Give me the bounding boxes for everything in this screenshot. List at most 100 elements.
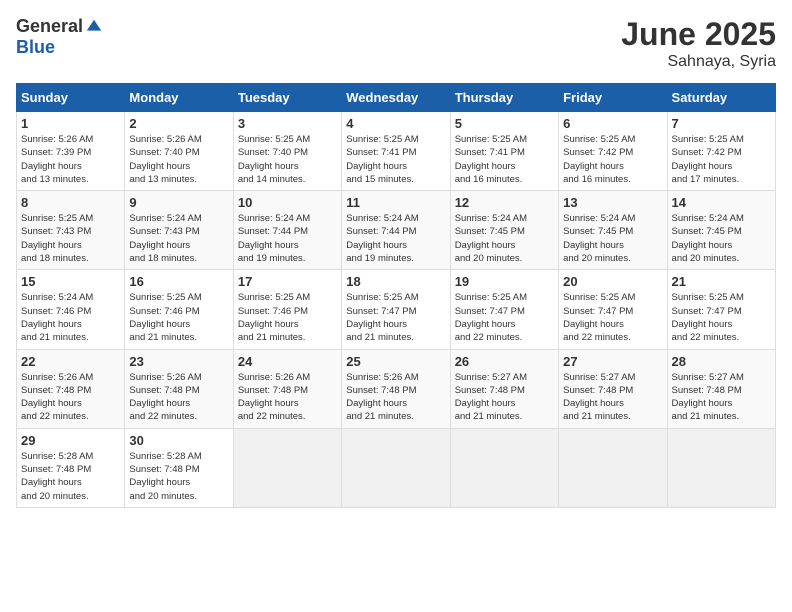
day-number: 11 (346, 195, 445, 210)
day-info: Sunrise: 5:28 AM Sunset: 7:48 PM Dayligh… (129, 450, 228, 503)
day-info: Sunrise: 5:25 AM Sunset: 7:46 PM Dayligh… (129, 291, 228, 344)
weekday-header-friday: Friday (559, 84, 667, 112)
location: Sahnaya, Syria (621, 53, 776, 71)
logo: General Blue (16, 16, 103, 58)
day-number: 22 (21, 354, 120, 369)
calendar-cell (559, 428, 667, 507)
calendar-cell: 29 Sunrise: 5:28 AM Sunset: 7:48 PM Dayl… (17, 428, 125, 507)
calendar-cell: 14 Sunrise: 5:24 AM Sunset: 7:45 PM Dayl… (667, 191, 775, 270)
weekday-header-sunday: Sunday (17, 84, 125, 112)
day-info: Sunrise: 5:24 AM Sunset: 7:44 PM Dayligh… (238, 212, 337, 265)
day-info: Sunrise: 5:28 AM Sunset: 7:48 PM Dayligh… (21, 450, 120, 503)
calendar-week-row: 29 Sunrise: 5:28 AM Sunset: 7:48 PM Dayl… (17, 428, 776, 507)
calendar-cell: 1 Sunrise: 5:26 AM Sunset: 7:39 PM Dayli… (17, 112, 125, 191)
calendar-cell: 17 Sunrise: 5:25 AM Sunset: 7:46 PM Dayl… (233, 270, 341, 349)
weekday-header-tuesday: Tuesday (233, 84, 341, 112)
day-info: Sunrise: 5:25 AM Sunset: 7:41 PM Dayligh… (455, 133, 554, 186)
day-number: 24 (238, 354, 337, 369)
day-number: 5 (455, 116, 554, 131)
day-number: 18 (346, 274, 445, 289)
day-number: 21 (672, 274, 771, 289)
day-number: 20 (563, 274, 662, 289)
calendar-cell: 8 Sunrise: 5:25 AM Sunset: 7:43 PM Dayli… (17, 191, 125, 270)
logo-icon (85, 18, 103, 36)
day-info: Sunrise: 5:25 AM Sunset: 7:47 PM Dayligh… (563, 291, 662, 344)
weekday-header-thursday: Thursday (450, 84, 558, 112)
day-info: Sunrise: 5:25 AM Sunset: 7:42 PM Dayligh… (672, 133, 771, 186)
day-info: Sunrise: 5:24 AM Sunset: 7:45 PM Dayligh… (455, 212, 554, 265)
day-info: Sunrise: 5:24 AM Sunset: 7:44 PM Dayligh… (346, 212, 445, 265)
calendar-cell: 2 Sunrise: 5:26 AM Sunset: 7:40 PM Dayli… (125, 112, 233, 191)
calendar-cell: 5 Sunrise: 5:25 AM Sunset: 7:41 PM Dayli… (450, 112, 558, 191)
day-info: Sunrise: 5:27 AM Sunset: 7:48 PM Dayligh… (455, 371, 554, 424)
day-info: Sunrise: 5:25 AM Sunset: 7:41 PM Dayligh… (346, 133, 445, 186)
day-number: 2 (129, 116, 228, 131)
calendar-cell: 23 Sunrise: 5:26 AM Sunset: 7:48 PM Dayl… (125, 349, 233, 428)
calendar-cell: 27 Sunrise: 5:27 AM Sunset: 7:48 PM Dayl… (559, 349, 667, 428)
calendar-cell: 19 Sunrise: 5:25 AM Sunset: 7:47 PM Dayl… (450, 270, 558, 349)
calendar-cell (233, 428, 341, 507)
day-info: Sunrise: 5:24 AM Sunset: 7:45 PM Dayligh… (563, 212, 662, 265)
calendar-cell: 7 Sunrise: 5:25 AM Sunset: 7:42 PM Dayli… (667, 112, 775, 191)
day-number: 10 (238, 195, 337, 210)
logo-blue-text: Blue (16, 37, 55, 58)
day-info: Sunrise: 5:26 AM Sunset: 7:48 PM Dayligh… (238, 371, 337, 424)
day-number: 12 (455, 195, 554, 210)
logo-general-text: General (16, 16, 83, 37)
weekday-header-saturday: Saturday (667, 84, 775, 112)
day-info: Sunrise: 5:24 AM Sunset: 7:45 PM Dayligh… (672, 212, 771, 265)
day-info: Sunrise: 5:24 AM Sunset: 7:46 PM Dayligh… (21, 291, 120, 344)
calendar-cell: 10 Sunrise: 5:24 AM Sunset: 7:44 PM Dayl… (233, 191, 341, 270)
calendar-cell: 30 Sunrise: 5:28 AM Sunset: 7:48 PM Dayl… (125, 428, 233, 507)
calendar-cell: 9 Sunrise: 5:24 AM Sunset: 7:43 PM Dayli… (125, 191, 233, 270)
calendar-cell (342, 428, 450, 507)
day-number: 16 (129, 274, 228, 289)
day-number: 17 (238, 274, 337, 289)
calendar-cell (450, 428, 558, 507)
calendar-week-row: 8 Sunrise: 5:25 AM Sunset: 7:43 PM Dayli… (17, 191, 776, 270)
weekday-header-monday: Monday (125, 84, 233, 112)
day-info: Sunrise: 5:26 AM Sunset: 7:39 PM Dayligh… (21, 133, 120, 186)
calendar-cell: 15 Sunrise: 5:24 AM Sunset: 7:46 PM Dayl… (17, 270, 125, 349)
day-info: Sunrise: 5:25 AM Sunset: 7:46 PM Dayligh… (238, 291, 337, 344)
calendar-cell (667, 428, 775, 507)
day-number: 13 (563, 195, 662, 210)
calendar-cell: 28 Sunrise: 5:27 AM Sunset: 7:48 PM Dayl… (667, 349, 775, 428)
day-info: Sunrise: 5:25 AM Sunset: 7:40 PM Dayligh… (238, 133, 337, 186)
day-number: 3 (238, 116, 337, 131)
day-number: 14 (672, 195, 771, 210)
day-info: Sunrise: 5:25 AM Sunset: 7:47 PM Dayligh… (346, 291, 445, 344)
day-info: Sunrise: 5:26 AM Sunset: 7:48 PM Dayligh… (21, 371, 120, 424)
day-info: Sunrise: 5:26 AM Sunset: 7:48 PM Dayligh… (346, 371, 445, 424)
day-info: Sunrise: 5:25 AM Sunset: 7:47 PM Dayligh… (455, 291, 554, 344)
day-number: 25 (346, 354, 445, 369)
calendar-cell: 16 Sunrise: 5:25 AM Sunset: 7:46 PM Dayl… (125, 270, 233, 349)
day-info: Sunrise: 5:25 AM Sunset: 7:43 PM Dayligh… (21, 212, 120, 265)
day-number: 4 (346, 116, 445, 131)
month-title: June 2025 (621, 16, 776, 53)
day-number: 30 (129, 433, 228, 448)
day-number: 28 (672, 354, 771, 369)
day-info: Sunrise: 5:25 AM Sunset: 7:42 PM Dayligh… (563, 133, 662, 186)
day-info: Sunrise: 5:27 AM Sunset: 7:48 PM Dayligh… (672, 371, 771, 424)
calendar-cell: 3 Sunrise: 5:25 AM Sunset: 7:40 PM Dayli… (233, 112, 341, 191)
day-number: 7 (672, 116, 771, 131)
day-info: Sunrise: 5:26 AM Sunset: 7:48 PM Dayligh… (129, 371, 228, 424)
calendar-cell: 4 Sunrise: 5:25 AM Sunset: 7:41 PM Dayli… (342, 112, 450, 191)
day-number: 1 (21, 116, 120, 131)
calendar-cell: 26 Sunrise: 5:27 AM Sunset: 7:48 PM Dayl… (450, 349, 558, 428)
day-number: 26 (455, 354, 554, 369)
day-number: 23 (129, 354, 228, 369)
page-header: General Blue June 2025 Sahnaya, Syria (16, 16, 776, 71)
day-number: 19 (455, 274, 554, 289)
calendar-week-row: 22 Sunrise: 5:26 AM Sunset: 7:48 PM Dayl… (17, 349, 776, 428)
day-info: Sunrise: 5:24 AM Sunset: 7:43 PM Dayligh… (129, 212, 228, 265)
calendar-cell: 21 Sunrise: 5:25 AM Sunset: 7:47 PM Dayl… (667, 270, 775, 349)
calendar-week-row: 1 Sunrise: 5:26 AM Sunset: 7:39 PM Dayli… (17, 112, 776, 191)
calendar-cell: 12 Sunrise: 5:24 AM Sunset: 7:45 PM Dayl… (450, 191, 558, 270)
calendar-week-row: 15 Sunrise: 5:24 AM Sunset: 7:46 PM Dayl… (17, 270, 776, 349)
day-number: 27 (563, 354, 662, 369)
calendar-cell: 6 Sunrise: 5:25 AM Sunset: 7:42 PM Dayli… (559, 112, 667, 191)
day-number: 9 (129, 195, 228, 210)
calendar-cell: 25 Sunrise: 5:26 AM Sunset: 7:48 PM Dayl… (342, 349, 450, 428)
